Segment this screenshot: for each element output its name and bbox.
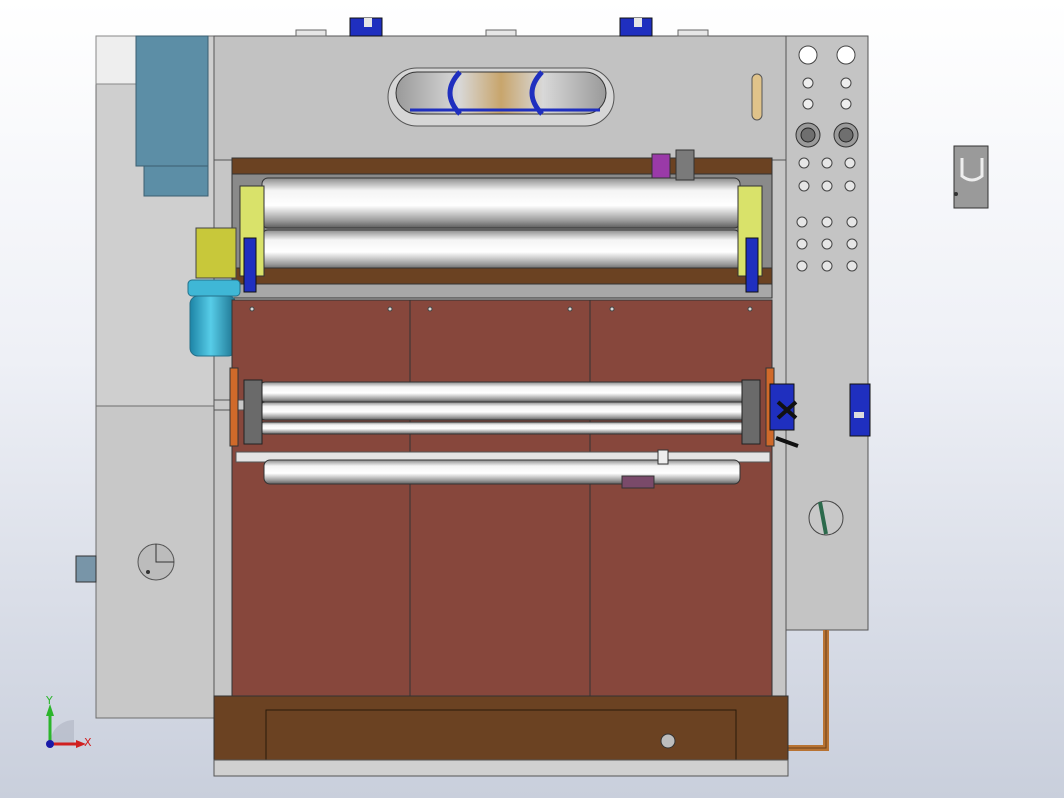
sight-glass: [751, 73, 763, 121]
machine-drawing: [46, 17, 989, 777]
cad-viewport[interactable]: Y X: [0, 0, 1064, 798]
mid-roller-3: [259, 421, 747, 435]
right-blue-latch: [849, 383, 871, 437]
left-cabinet: [75, 35, 217, 719]
front-panels: [231, 299, 773, 711]
upper-roller-section: [231, 149, 773, 299]
lower-roller: [263, 459, 741, 485]
top-roller-2: [261, 229, 741, 271]
gearbox: [195, 227, 237, 279]
detached-bracket: [953, 145, 989, 209]
x-axis-label: X: [84, 736, 92, 749]
mid-roller-1: [259, 381, 747, 403]
top-roller-1: [261, 177, 741, 229]
indicator-light-2: [836, 45, 856, 65]
indicator-light-1: [798, 45, 818, 65]
copper-pipe: [788, 630, 829, 751]
motor-cylinder: [189, 295, 237, 357]
middle-roller-section: [213, 367, 775, 489]
origin-dot: [46, 740, 54, 748]
blue-box-lower: [143, 165, 209, 197]
mid-roller-2: [259, 401, 747, 421]
blue-box-upper: [135, 35, 209, 167]
left-bracket: [75, 555, 97, 583]
bottom-base: [213, 695, 789, 777]
y-axis-label: Y: [46, 694, 53, 707]
coordinate-triad: [46, 704, 86, 748]
